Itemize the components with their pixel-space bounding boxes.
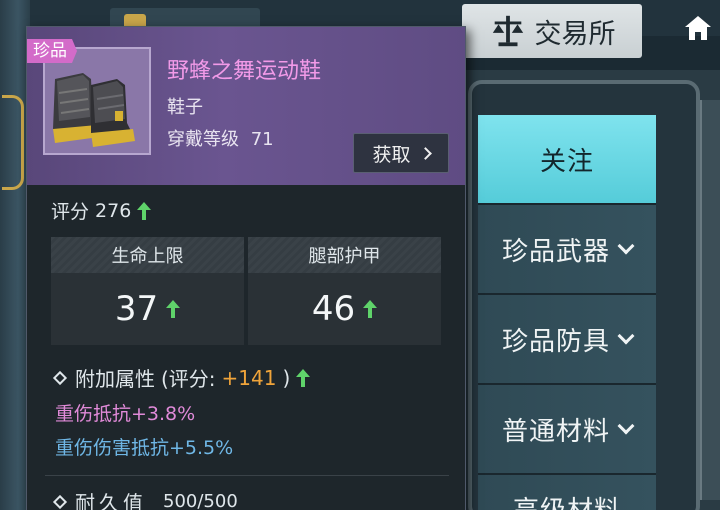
chevron-right-icon [418,146,432,160]
diamond-icon [52,370,68,385]
stat-max-hp: 生命上限 37 [51,237,244,345]
tab-exchange[interactable]: 交易所 [462,4,642,58]
category-follow[interactable]: 关注 [478,115,656,205]
stat-value: 37 [114,289,159,329]
category-label: 珍品防具 [501,326,610,357]
durability-line: 耐久值 500/500 [52,487,238,510]
get-button-label: 获取 [372,143,411,166]
wear-level: 穿戴等级 71 [167,125,274,151]
stat-leg-armor: 腿部护甲 46 [248,237,441,345]
item-tooltip: 珍品 野蜂之舞运动鞋 鞋子 穿戴等级 71 获取 评分 276 生命上限 37 [26,26,466,510]
up-arrow-icon [166,300,181,318]
category-common-materials[interactable]: 普通材料 [478,385,656,475]
item-name: 野蜂之舞运动鞋 [167,59,322,84]
stat-value: 46 [311,289,356,329]
exchange-label: 交易所 [534,18,616,50]
score-line: 评分 276 [51,197,152,224]
attribute-line: 重伤伤害抵抗+5.5% [55,437,234,459]
item-image-frame [43,47,151,155]
extra-score-prefix: (评分: [161,367,216,391]
category-label: 珍品武器 [501,236,610,267]
category-label: 高级材料 [513,490,621,510]
stat-value-row: 37 [51,273,244,345]
wear-level-label: 穿戴等级 [167,129,239,150]
home-button[interactable] [678,8,718,48]
category-label: 关注 [539,146,594,177]
home-icon [685,16,711,40]
category-advanced-materials[interactable]: 高级材料 [478,475,656,510]
frame-edge [700,100,720,500]
category-rare-weapons[interactable]: 珍品武器 [478,205,656,295]
rarity-badge: 珍品 [27,39,77,63]
chevron-down-icon [617,417,635,435]
extra-score-value: +141 [221,365,277,390]
attribute-line: 重伤抵抗+3.8% [55,403,196,425]
up-arrow-icon [363,300,378,318]
scale-icon [492,15,523,47]
extra-score-suffix: ) [282,365,291,390]
category-list: 关注 珍品武器 珍品防具 普通材料 高级材料 [478,115,656,510]
stat-value-row: 46 [248,273,441,345]
ring-decoration [2,95,24,190]
up-arrow-icon [296,368,311,387]
extra-attributes-header: 附加属性 (评分: +141 ) [52,363,311,392]
durability-value: 500/500 [163,491,238,510]
get-button[interactable]: 获取 [353,133,449,173]
divider [45,475,449,476]
stat-label: 腿部护甲 [248,237,441,273]
score-label: 评分 [51,201,90,223]
category-label: 普通材料 [501,416,610,447]
sneakers-icon [45,49,149,153]
category-rare-armor[interactable]: 珍品防具 [478,295,656,385]
item-header: 珍品 野蜂之舞运动鞋 鞋子 穿戴等级 71 获取 [27,27,465,185]
extra-attributes-title: 附加属性 [75,367,155,391]
up-arrow-icon [137,201,152,220]
score-value: 276 [95,199,132,222]
chevron-down-icon [617,237,635,255]
item-type: 鞋子 [167,97,203,118]
chevron-down-icon [617,327,635,345]
diamond-icon [52,494,68,509]
stat-label: 生命上限 [51,237,244,273]
stats-grid: 生命上限 37 腿部护甲 46 [51,237,441,345]
durability-label: 耐久值 [75,491,147,510]
wear-level-value: 71 [250,129,274,150]
